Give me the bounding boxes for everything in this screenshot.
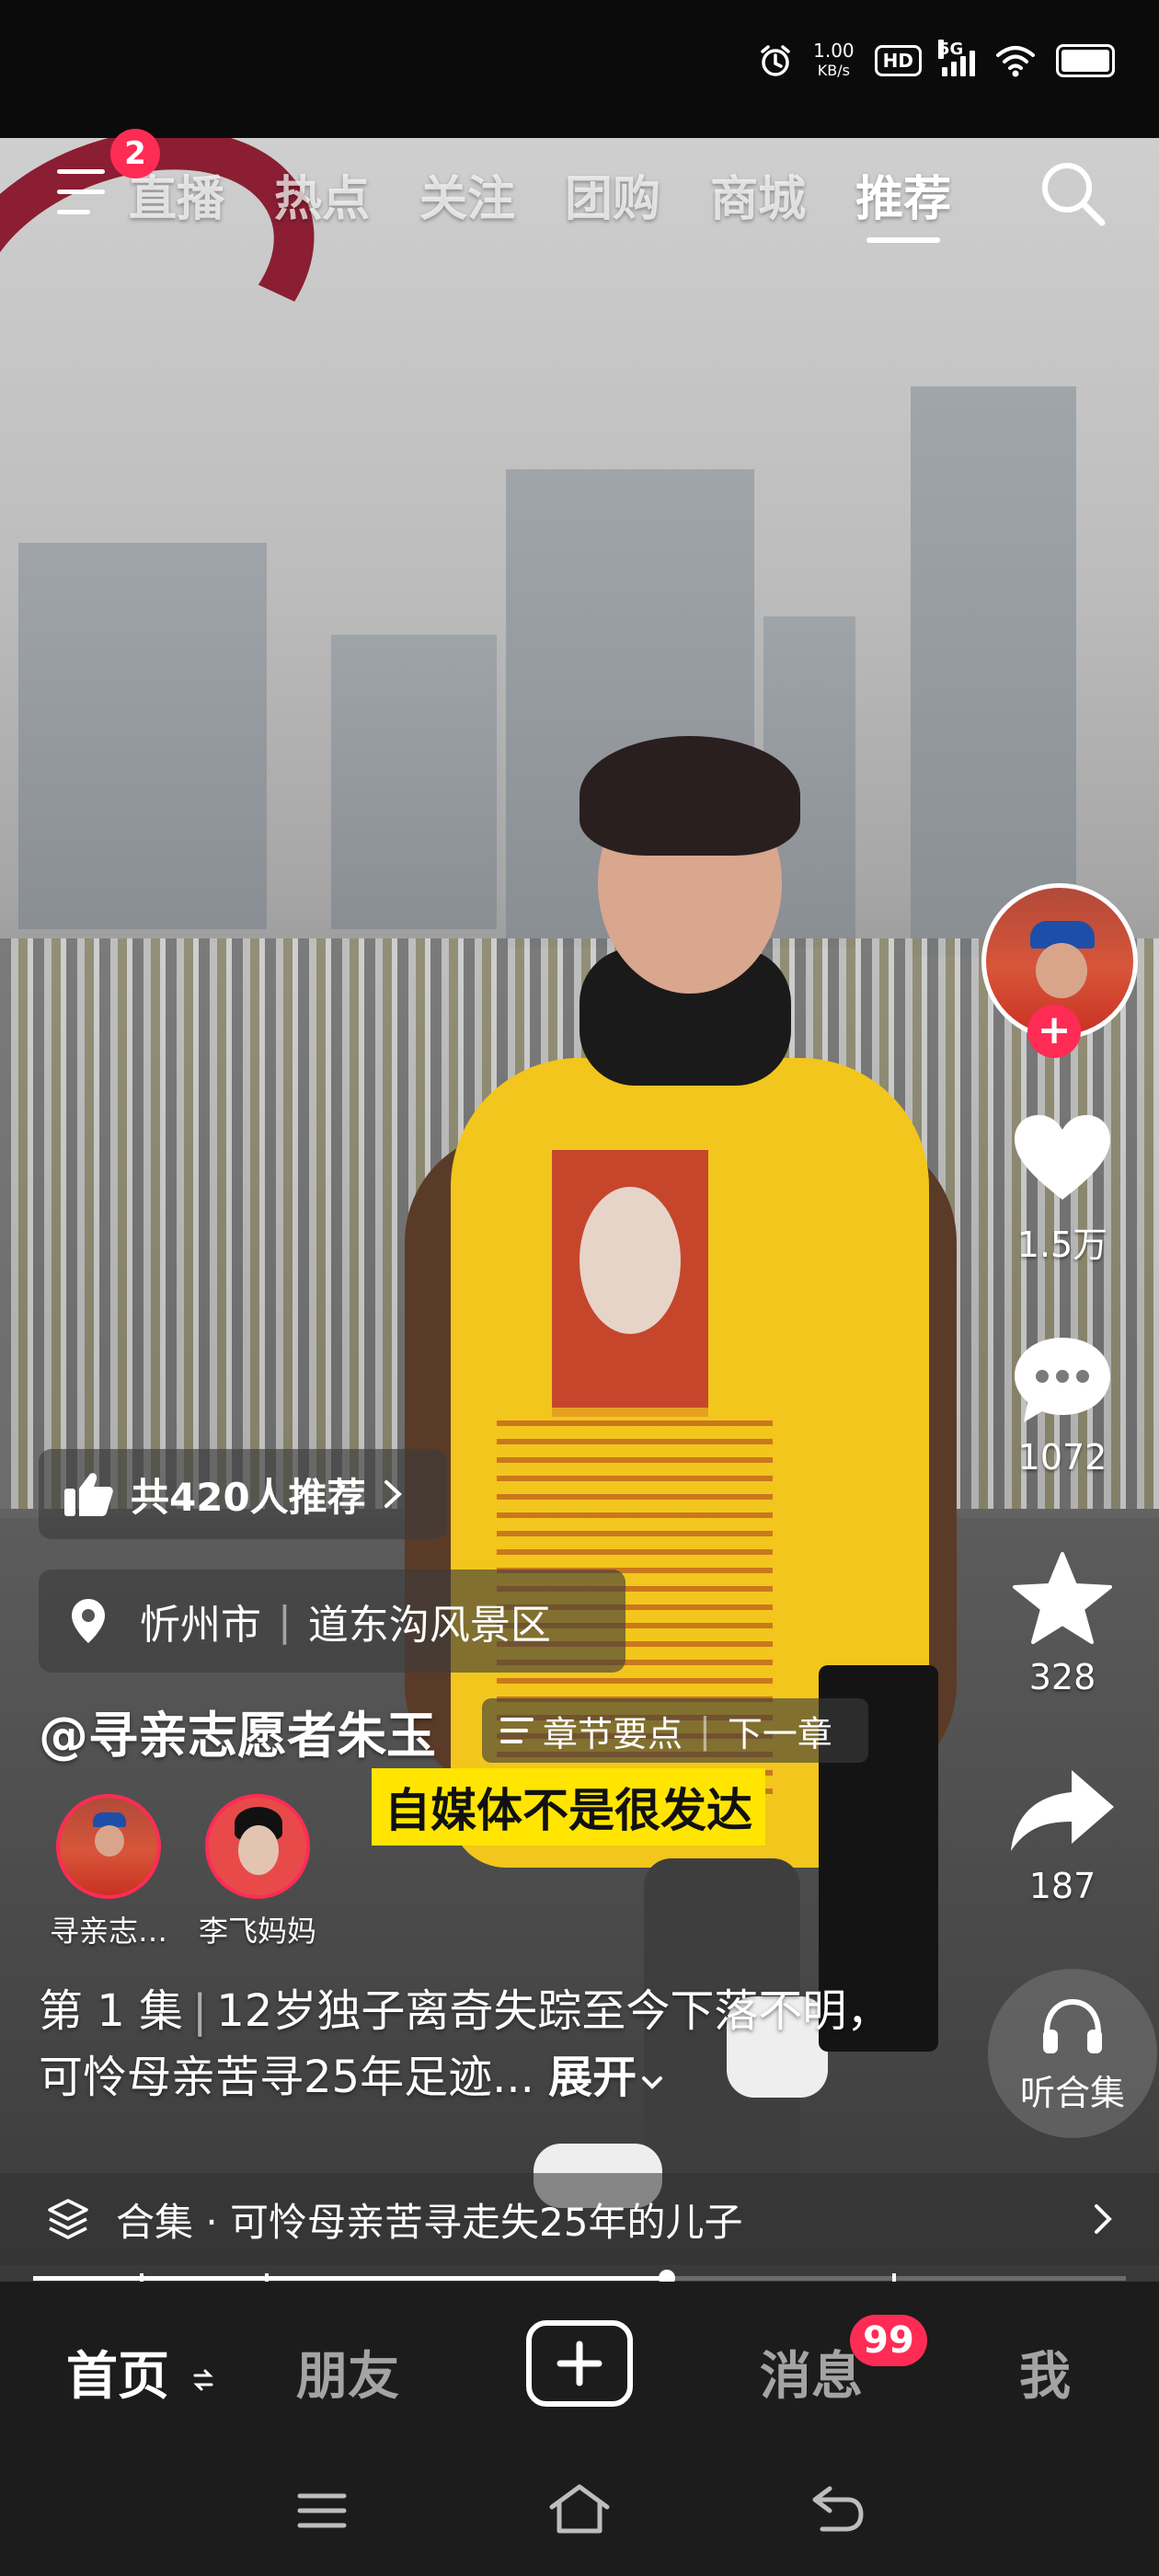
location-pill[interactable]: 忻州市 | 道东沟风景区	[39, 1570, 625, 1673]
top-nav: 直播 热点 关注 团购 商城 推荐	[0, 138, 1159, 258]
collaborator-name: 李飞妈妈	[198, 1914, 316, 1949]
building	[331, 635, 497, 929]
like-count: 1.5万	[1016, 1225, 1108, 1265]
chapter-pill[interactable]: 章节要点 | 下一章	[482, 1698, 868, 1763]
tab-following[interactable]: 关注	[419, 160, 515, 234]
back-icon[interactable]	[808, 2483, 866, 2535]
battery-icon	[1056, 44, 1115, 77]
net-speed: 1.00 KB/s	[813, 40, 855, 81]
avatar	[56, 1794, 161, 1899]
thumbs-up-icon	[64, 1473, 113, 1516]
tab-recommend[interactable]: 推荐	[855, 160, 951, 243]
location-pin-icon	[72, 1599, 105, 1643]
nav-messages[interactable]: 消息	[760, 2335, 863, 2409]
avatar	[205, 1794, 310, 1899]
like-button[interactable]: 1.5万	[970, 1113, 1154, 1267]
episode-label: 第 1 集	[39, 1985, 184, 2037]
poster-face	[580, 1187, 681, 1334]
chapter-label[interactable]: 章节要点	[543, 1706, 683, 1756]
bottom-nav: 首页 朋友 消息 99 我	[0, 2282, 1159, 2452]
follow-button[interactable]: +	[1027, 1005, 1081, 1058]
create-button[interactable]	[526, 2320, 633, 2407]
alarm-icon	[761, 45, 790, 76]
nav-me[interactable]: 我	[1019, 2335, 1071, 2409]
share-button[interactable]: 187	[970, 1766, 1154, 1906]
layers-icon	[48, 2199, 88, 2239]
recommend-text: 共420人推荐	[131, 1474, 366, 1520]
tab-mall[interactable]: 商城	[710, 160, 806, 234]
hd-icon: HD	[874, 45, 922, 76]
collaborator-item[interactable]: 李飞妈妈	[175, 1794, 340, 1950]
chevron-right-icon	[1095, 2204, 1112, 2234]
nav-home-label: 首页	[66, 2347, 169, 2407]
plus-icon	[557, 2340, 602, 2386]
location-city: 忻州市	[140, 1602, 261, 1649]
collection-bar[interactable]: 合集 · 可怜母亲苦寻走失25年的儿子	[0, 2173, 1159, 2265]
network-type: 5G	[938, 40, 964, 59]
messages-badge: 99	[850, 2315, 927, 2366]
status-bar: 1.00 KB/s HD 5G	[0, 0, 1159, 138]
headphones-icon	[1043, 1998, 1102, 2053]
comment-count: 1072	[1017, 1437, 1107, 1478]
share-icon	[1011, 1770, 1114, 1851]
tab-trending[interactable]: 热点	[274, 160, 370, 234]
comment-button[interactable]: 1072	[970, 1334, 1154, 1478]
system-nav	[0, 2452, 1159, 2576]
comment-icon	[1015, 1338, 1110, 1422]
heart-icon	[1015, 1115, 1110, 1200]
location-place: 道东沟风景区	[307, 1602, 551, 1649]
favorite-count: 328	[1028, 1657, 1096, 1697]
next-chapter[interactable]: 下一章	[728, 1706, 832, 1756]
collection-label: 合集 · 可怜母亲苦寻走失25年的儿子	[116, 2199, 743, 2245]
menu-button[interactable]	[57, 169, 116, 217]
menu-badge: 2	[110, 129, 160, 178]
person-hair	[580, 736, 800, 856]
signal-icon: 5G	[938, 40, 975, 76]
share-count: 187	[1028, 1866, 1096, 1906]
chapter-divider: |	[699, 1710, 711, 1751]
progress-fill	[33, 2276, 668, 2281]
net-speed-unit: KB/s	[817, 62, 850, 79]
video-progress-bar[interactable]	[33, 2270, 1126, 2286]
nav-friends[interactable]: 朋友	[296, 2335, 399, 2409]
home-icon[interactable]	[546, 2483, 613, 2535]
favorite-button[interactable]: 328	[970, 1550, 1154, 1697]
feed-tabs: 直播 热点 关注 团购 商城 推荐	[129, 160, 951, 243]
recent-apps-icon[interactable]	[294, 2489, 350, 2533]
listen-label: 听合集	[1019, 2073, 1125, 2113]
building	[911, 386, 1076, 957]
status-icons: 1.00 KB/s HD 5G	[758, 40, 1115, 81]
recommend-pill[interactable]: 共420人推荐	[39, 1449, 447, 1539]
building	[18, 543, 267, 929]
video-caption: 第 1 集 | 12岁独子离奇失踪至今下落不明，可怜母亲苦寻25年足迹... 展开	[39, 1978, 922, 2110]
expand-label: 展开	[548, 2052, 637, 2103]
search-icon[interactable]	[1036, 156, 1109, 230]
switch-icon	[192, 2369, 213, 2391]
tab-group-buy[interactable]: 团购	[565, 160, 660, 234]
nav-home[interactable]: 首页	[66, 2335, 215, 2409]
author-name[interactable]: @寻亲志愿者朱玉	[39, 1695, 436, 1767]
avatar-face	[1036, 943, 1087, 998]
chevron-down-icon	[642, 2076, 663, 2089]
caption-divider: |	[192, 1985, 208, 2037]
collaborator-name: 寻亲志…	[49, 1914, 167, 1949]
collaborator-item[interactable]: 寻亲志…	[26, 1794, 191, 1950]
star-icon	[1013, 1552, 1112, 1644]
location-divider: |	[278, 1597, 292, 1645]
list-icon	[500, 1718, 534, 1743]
wifi-icon	[996, 46, 1035, 77]
expand-button[interactable]: 展开	[548, 2052, 664, 2103]
listen-collection-button[interactable]: 听合集	[988, 1969, 1157, 2138]
chevron-right-icon	[384, 1480, 402, 1508]
video-subtitle: 自媒体不是很发达	[372, 1768, 765, 1846]
net-speed-value: 1.00	[813, 40, 855, 62]
